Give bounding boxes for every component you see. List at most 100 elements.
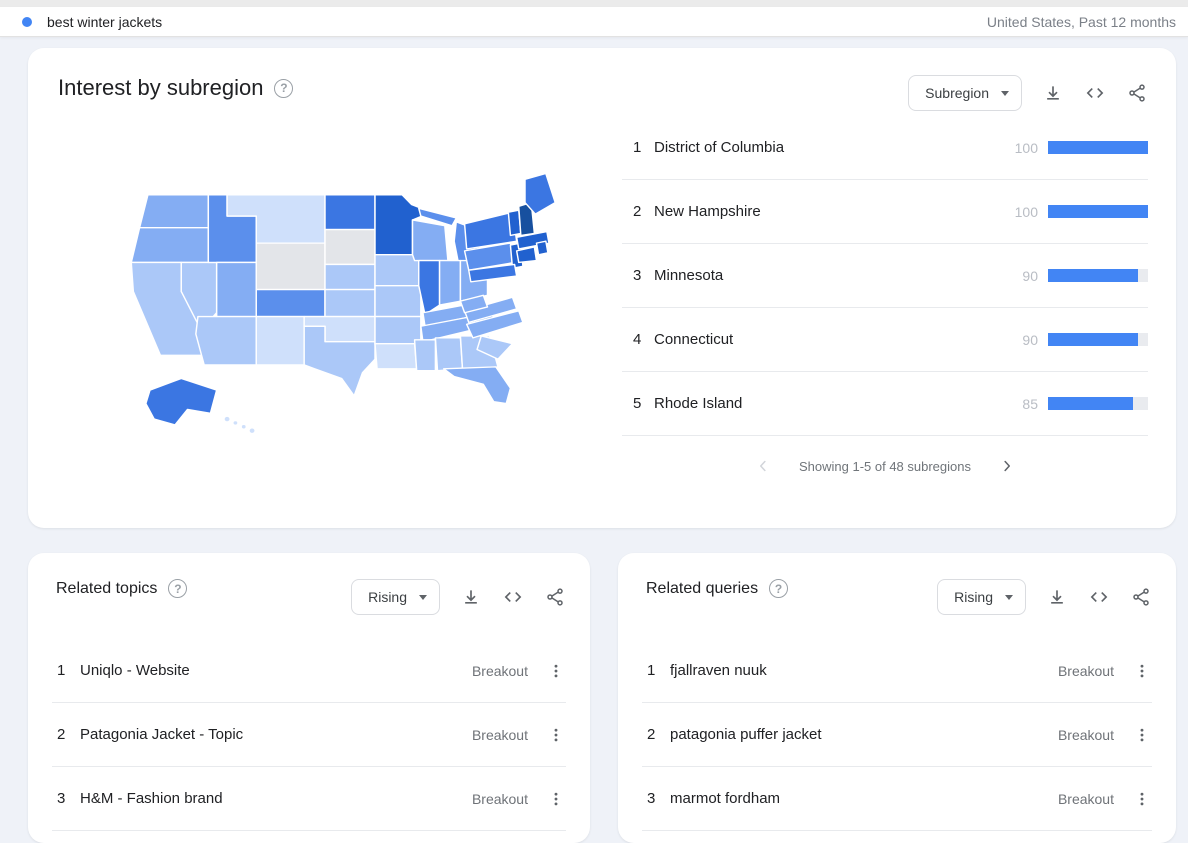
more-vert-icon[interactable] bbox=[546, 789, 566, 809]
value-bar-fill bbox=[1048, 269, 1138, 282]
rank-number: 1 bbox=[622, 139, 654, 156]
map-state-WI[interactable] bbox=[413, 220, 448, 261]
map-state-HI[interactable] bbox=[249, 428, 255, 434]
map-state-OR[interactable] bbox=[131, 228, 208, 263]
code-icon[interactable] bbox=[502, 586, 524, 608]
breakout-badge: Breakout bbox=[1058, 727, 1114, 743]
related-topic-row[interactable]: 3H&M - Fashion brandBreakout bbox=[52, 767, 566, 831]
map-state-WA[interactable] bbox=[140, 195, 209, 228]
search-term-bar: best winter jackets United States, Past … bbox=[0, 7, 1188, 37]
related-topic-row[interactable]: 1Uniqlo - WebsiteBreakout bbox=[52, 639, 566, 703]
chevron-right-icon[interactable] bbox=[997, 456, 1017, 476]
item-label[interactable]: fjallraven nuuk bbox=[670, 662, 1058, 679]
rank-number: 5 bbox=[622, 395, 654, 412]
more-vert-icon[interactable] bbox=[1132, 725, 1152, 745]
map-state-LA[interactable] bbox=[375, 344, 417, 369]
more-vert-icon[interactable] bbox=[1132, 789, 1152, 809]
interest-by-subregion-card: Interest by subregion ? Subregion 1Distr… bbox=[28, 48, 1176, 528]
map-state-MS[interactable] bbox=[415, 340, 436, 371]
map-state-NE[interactable] bbox=[325, 264, 375, 289]
search-term-label: best winter jackets bbox=[47, 14, 162, 30]
more-vert-icon[interactable] bbox=[546, 661, 566, 681]
rank-number: 1 bbox=[52, 662, 80, 679]
subregion-row[interactable]: 2New Hampshire100 bbox=[622, 180, 1148, 244]
more-vert-icon[interactable] bbox=[546, 725, 566, 745]
page-top-strip bbox=[0, 0, 1188, 7]
share-icon[interactable] bbox=[1130, 586, 1152, 608]
us-choropleth-map[interactable] bbox=[100, 160, 600, 450]
download-icon[interactable] bbox=[1042, 82, 1064, 104]
map-state-HI[interactable] bbox=[241, 424, 246, 429]
map-state-ME[interactable] bbox=[525, 174, 555, 215]
subregion-row[interactable]: 5Rhode Island85 bbox=[622, 372, 1148, 436]
related-query-row[interactable]: 1fjallraven nuukBreakout bbox=[642, 639, 1152, 703]
map-state-KS[interactable] bbox=[325, 290, 375, 317]
rank-number: 2 bbox=[642, 726, 670, 743]
card-title: Related queries bbox=[646, 580, 758, 598]
breakout-badge: Breakout bbox=[472, 727, 528, 743]
pagination-text: Showing 1-5 of 48 subregions bbox=[799, 459, 971, 474]
map-state-NM[interactable] bbox=[256, 317, 304, 365]
map-state-FL[interactable] bbox=[444, 367, 511, 404]
subregion-name: District of Columbia bbox=[654, 139, 1015, 156]
code-icon[interactable] bbox=[1084, 82, 1106, 104]
item-label[interactable]: Uniqlo - Website bbox=[80, 662, 472, 679]
item-label[interactable]: marmot fordham bbox=[670, 790, 1058, 807]
item-label[interactable]: H&M - Fashion brand bbox=[80, 790, 472, 807]
map-state-AZ[interactable] bbox=[196, 317, 256, 365]
code-icon[interactable] bbox=[1088, 586, 1110, 608]
subregion-dropdown-value: Subregion bbox=[925, 85, 989, 101]
topics-sort-value: Rising bbox=[368, 589, 407, 605]
more-vert-icon[interactable] bbox=[1132, 661, 1152, 681]
related-topic-row[interactable]: 2Patagonia Jacket - TopicBreakout bbox=[52, 703, 566, 767]
card-title: Interest by subregion bbox=[58, 75, 263, 101]
value-bar-track bbox=[1048, 397, 1148, 410]
share-icon[interactable] bbox=[544, 586, 566, 608]
value-bar-fill bbox=[1048, 205, 1148, 218]
map-state-WY[interactable] bbox=[256, 243, 325, 289]
map-state-UT[interactable] bbox=[217, 262, 257, 316]
map-state-HI[interactable] bbox=[233, 421, 238, 426]
help-icon[interactable]: ? bbox=[769, 579, 788, 598]
topics-sort-dropdown[interactable]: Rising bbox=[351, 579, 440, 615]
rank-number: 1 bbox=[642, 662, 670, 679]
chevron-left-icon[interactable] bbox=[753, 456, 773, 476]
map-state-MO[interactable] bbox=[375, 286, 421, 317]
rank-number: 3 bbox=[622, 267, 654, 284]
subregion-name: Rhode Island bbox=[654, 395, 1022, 412]
map-state-RI[interactable] bbox=[536, 241, 547, 255]
item-label[interactable]: Patagonia Jacket - Topic bbox=[80, 726, 472, 743]
subregion-pagination: Showing 1-5 of 48 subregions bbox=[622, 444, 1148, 488]
related-query-row[interactable]: 2patagonia puffer jacketBreakout bbox=[642, 703, 1152, 767]
value-bar-track bbox=[1048, 141, 1148, 154]
subregion-ranking-list: 1District of Columbia1002New Hampshire10… bbox=[622, 116, 1148, 436]
map-state-ND[interactable] bbox=[325, 195, 375, 230]
queries-sort-dropdown[interactable]: Rising bbox=[937, 579, 1026, 615]
download-icon[interactable] bbox=[460, 586, 482, 608]
help-icon[interactable]: ? bbox=[274, 79, 293, 98]
related-query-row[interactable]: 3marmot fordhamBreakout bbox=[642, 767, 1152, 831]
subregion-dropdown[interactable]: Subregion bbox=[908, 75, 1022, 111]
value-bar-track bbox=[1048, 205, 1148, 218]
rank-number: 4 bbox=[622, 331, 654, 348]
subregion-row[interactable]: 3Minnesota90 bbox=[622, 244, 1148, 308]
map-state-SD[interactable] bbox=[325, 230, 375, 265]
map-state-IN[interactable] bbox=[440, 261, 461, 305]
map-state-AK[interactable] bbox=[146, 378, 217, 424]
item-label[interactable]: patagonia puffer jacket bbox=[670, 726, 1058, 743]
breakout-badge: Breakout bbox=[1058, 663, 1114, 679]
caret-down-icon bbox=[1005, 595, 1013, 600]
subregion-row[interactable]: 4Connecticut90 bbox=[622, 308, 1148, 372]
help-icon[interactable]: ? bbox=[168, 579, 187, 598]
map-state-HI[interactable] bbox=[224, 416, 230, 422]
map-state-CO[interactable] bbox=[256, 290, 325, 317]
map-state-IA[interactable] bbox=[375, 255, 419, 286]
map-state-IL[interactable] bbox=[419, 261, 440, 315]
rank-number: 2 bbox=[52, 726, 80, 743]
subregion-name: Connecticut bbox=[654, 331, 1022, 348]
download-icon[interactable] bbox=[1046, 586, 1068, 608]
share-icon[interactable] bbox=[1126, 82, 1148, 104]
value-bar-fill bbox=[1048, 397, 1133, 410]
subregion-row[interactable]: 1District of Columbia100 bbox=[622, 116, 1148, 180]
map-state-AL[interactable] bbox=[435, 338, 462, 371]
